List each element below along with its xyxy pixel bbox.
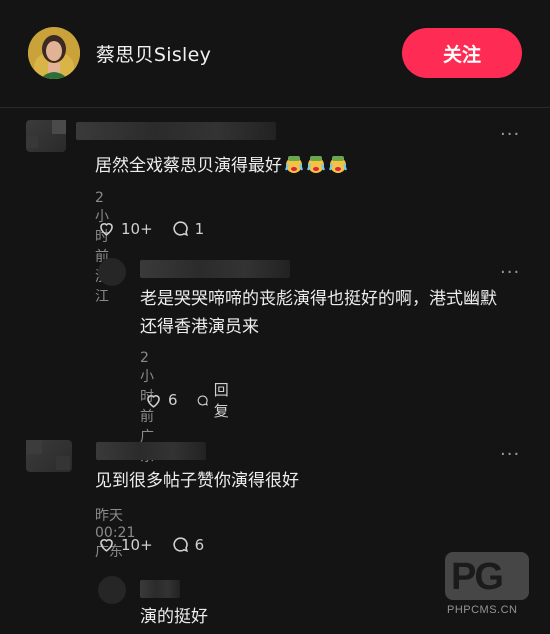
watermark-letters: PG: [451, 556, 504, 598]
comment-bubble-icon: [197, 395, 208, 406]
avatar[interactable]: [28, 27, 80, 79]
comment-bubble-icon: [173, 537, 188, 553]
comment-text: 演的挺好: [140, 607, 208, 627]
comment-text: 居然全戏蔡思贝演得最好: [95, 152, 348, 180]
like-count: 10+: [121, 219, 153, 238]
reply-label: 回复: [213, 381, 229, 420]
comment-username[interactable]: [96, 442, 206, 460]
comment-bubble-icon: [173, 221, 188, 237]
comment-avatar[interactable]: [98, 576, 126, 604]
watermark-logo: PG PHPCMS.CN: [445, 552, 533, 622]
heart-icon: [100, 539, 113, 552]
follow-button[interactable]: 关注: [402, 28, 522, 78]
comment-actions: 10+ 1: [97, 219, 204, 238]
reply-count: 6: [194, 535, 205, 554]
comment-actions: 6 回复: [144, 379, 235, 421]
more-options-icon[interactable]: ···: [500, 444, 520, 465]
comment-text: 见到很多帖子赞你演得很好: [95, 471, 299, 491]
comment-text-line-2: 还得香港演员来: [140, 317, 259, 337]
reply-button[interactable]: 1: [171, 219, 205, 238]
username[interactable]: 蔡思贝Sisley: [96, 40, 211, 67]
comment-avatar[interactable]: [98, 258, 126, 286]
heart-icon: [100, 223, 113, 236]
comment-text-content: 居然全戏蔡思贝演得最好: [95, 156, 282, 176]
comment-text-line-1: 老是哭哭啼啼的丧彪演得也挺好的啊，港式幽默: [140, 289, 497, 309]
reply-count: 1: [194, 219, 205, 238]
like-button[interactable]: 10+: [97, 219, 153, 238]
like-count: 10+: [121, 535, 153, 554]
comment-username[interactable]: [140, 580, 180, 598]
comment-avatar[interactable]: [26, 120, 66, 152]
crying-emoji-icon: [282, 156, 348, 176]
comment-username[interactable]: [76, 122, 276, 140]
like-count: 6: [168, 391, 178, 409]
comment-username[interactable]: [140, 260, 290, 278]
comment-avatar[interactable]: [26, 440, 72, 472]
like-button[interactable]: 6: [144, 391, 178, 410]
reply-button[interactable]: 6: [171, 535, 205, 554]
profile-header: 蔡思贝Sisley 关注: [0, 0, 550, 108]
more-options-icon[interactable]: ···: [500, 124, 520, 145]
like-button[interactable]: 10+: [97, 535, 153, 554]
more-options-icon[interactable]: ···: [500, 262, 520, 283]
watermark-site: PHPCMS.CN: [447, 604, 518, 616]
comment-meta: 2小时前 浙江: [95, 190, 109, 305]
comment-actions: 10+ 6: [97, 535, 204, 554]
heart-icon: [147, 394, 160, 408]
reply-button[interactable]: 回复: [196, 379, 235, 421]
watermark-box: PG: [445, 552, 529, 600]
